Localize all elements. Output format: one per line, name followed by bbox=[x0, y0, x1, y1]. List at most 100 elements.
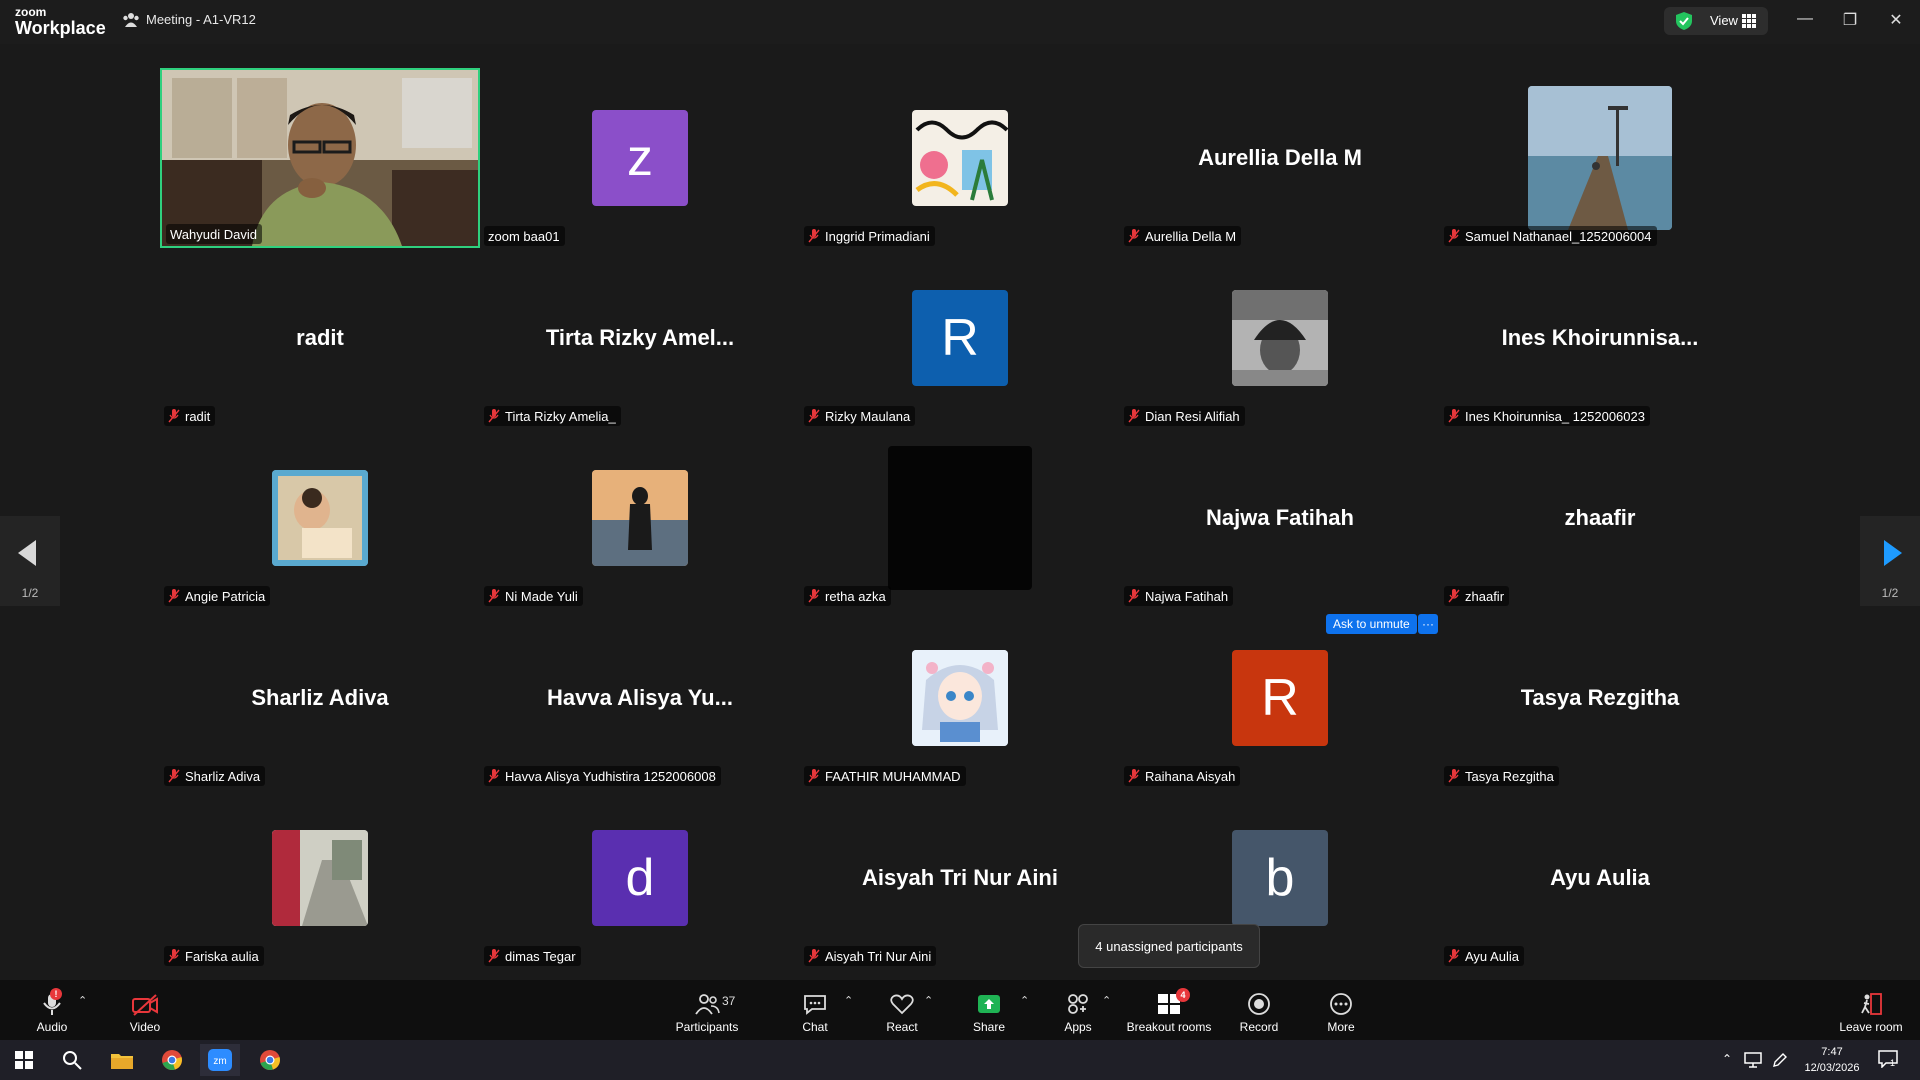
show-hidden-icons-icon[interactable]: ⌃ bbox=[1722, 1052, 1732, 1066]
close-icon[interactable]: ✕ bbox=[1881, 10, 1911, 30]
previous-page-button[interactable]: 1/2 bbox=[0, 516, 60, 606]
participant-tile[interactable]: Inggrid Primadiani bbox=[800, 68, 1120, 248]
network-icon[interactable] bbox=[1744, 1052, 1762, 1068]
react-options-caret-icon[interactable]: ⌃ bbox=[924, 994, 933, 1007]
mic-muted-icon bbox=[1448, 409, 1460, 423]
search-button[interactable] bbox=[52, 1044, 92, 1076]
participant-name: Ines Khoirunnisa_ 1252006023 bbox=[1465, 408, 1645, 424]
audio-options-caret-icon[interactable]: ⌃ bbox=[78, 994, 87, 1007]
mic-muted-icon bbox=[1448, 229, 1460, 243]
participant-tile[interactable]: FAATHIR MUHAMMAD bbox=[800, 608, 1120, 788]
start-button[interactable] bbox=[4, 1044, 44, 1076]
notifications-button[interactable]: 1 bbox=[1878, 1050, 1898, 1070]
mic-muted-icon bbox=[808, 769, 820, 783]
participant-display-name: Ayu Aulia bbox=[1550, 865, 1650, 890]
react-button[interactable]: React bbox=[880, 980, 924, 1040]
title-bar: zoom Workplace Meeting - A1-VR12 View — … bbox=[0, 0, 1920, 44]
clock-time: 7:47 bbox=[1821, 1046, 1843, 1058]
participant-tile[interactable]: d dimas Tegar bbox=[480, 788, 800, 968]
chat-button[interactable]: Chat bbox=[795, 980, 835, 1040]
participants-button[interactable]: Participants bbox=[672, 980, 742, 1040]
participant-tile[interactable]: Tasya Rezgitha Tasya Rezgitha bbox=[1440, 608, 1760, 788]
more-icon bbox=[1330, 993, 1352, 1015]
zoom-app-button[interactable]: zm bbox=[200, 1044, 240, 1076]
arrow-left-icon bbox=[18, 540, 36, 566]
file-explorer-button[interactable] bbox=[102, 1044, 142, 1076]
participant-tile[interactable]: Samuel Nathanael_1252006004 bbox=[1440, 68, 1760, 248]
mic-muted-icon bbox=[1128, 229, 1140, 243]
apps-options-caret-icon[interactable]: ⌃ bbox=[1102, 994, 1111, 1007]
participant-tile[interactable]: R Rizky Maulana bbox=[800, 248, 1120, 428]
sunset-silhouette-avatar bbox=[592, 470, 688, 566]
participant-tile[interactable]: R Raihana Aisyah bbox=[1120, 608, 1440, 788]
system-clock[interactable]: 7:47 12/03/2026 bbox=[1800, 1044, 1864, 1076]
view-label[interactable]: View bbox=[1710, 13, 1738, 28]
mic-muted-icon bbox=[808, 409, 820, 423]
gallery-view: 1/2 1/2 Wahyudi David z zoom baa01 Inggr… bbox=[0, 44, 1920, 980]
participant-name-label: Fariska aulia bbox=[164, 946, 264, 966]
participant-tile[interactable]: Sharliz Adiva Sharliz Adiva bbox=[160, 608, 480, 788]
participant-name-label: Inggrid Primadiani bbox=[804, 226, 935, 246]
participant-tile[interactable]: Aisyah Tri Nur Aini Aisyah Tri Nur Aini bbox=[800, 788, 1120, 968]
page-indicator-right: 1/2 bbox=[1881, 586, 1899, 600]
avatar-letter: d bbox=[625, 849, 655, 907]
participant-tile[interactable]: Wahyudi David bbox=[160, 68, 480, 248]
participant-name: dimas Tegar bbox=[505, 948, 576, 964]
participant-tile[interactable]: Angie Patricia bbox=[160, 428, 480, 608]
participant-tile[interactable]: radit radit bbox=[160, 248, 480, 428]
apps-button[interactable]: Apps bbox=[1058, 980, 1098, 1040]
windows-taskbar: zm ⌃ 7:47 12/03/2026 1 bbox=[0, 1040, 1920, 1080]
video-button[interactable]: Video bbox=[120, 980, 170, 1040]
participant-tile[interactable]: Dian Resi Alifiah bbox=[1120, 248, 1440, 428]
chrome-window-button[interactable] bbox=[250, 1044, 290, 1076]
participant-name-label: Angie Patricia bbox=[164, 586, 271, 606]
ask-to-unmute-button[interactable]: Ask to unmute bbox=[1326, 614, 1417, 634]
breakout-tooltip: 4 unassigned participants bbox=[1078, 924, 1260, 968]
participant-name: radit bbox=[185, 408, 211, 424]
share-options-caret-icon[interactable]: ⌃ bbox=[1020, 994, 1029, 1007]
participant-name: retha azka bbox=[825, 588, 886, 604]
anime-avatar bbox=[912, 650, 1008, 746]
participant-name: Samuel Nathanael_1252006004 bbox=[1465, 228, 1652, 244]
participant-tile[interactable]: Aurellia Della M Aurellia Della M bbox=[1120, 68, 1440, 248]
participant-name-label: Samuel Nathanael_1252006004 bbox=[1444, 226, 1657, 246]
participant-tile[interactable]: Havva Alisya Yu... Havva Alisya Yudhisti… bbox=[480, 608, 800, 788]
participant-name-label: zoom baa01 bbox=[484, 226, 565, 246]
participant-name: zhaafir bbox=[1465, 588, 1505, 604]
chat-options-caret-icon[interactable]: ⌃ bbox=[844, 994, 853, 1007]
restore-icon[interactable]: ❐ bbox=[1835, 10, 1865, 30]
participant-name-label: Rizky Maulana bbox=[804, 406, 916, 426]
breakout-rooms-button[interactable]: Breakout rooms bbox=[1124, 980, 1214, 1040]
heart-icon bbox=[890, 994, 914, 1015]
participant-tile[interactable]: Fariska aulia bbox=[160, 788, 480, 968]
participant-tile[interactable]: zhaafir zhaafir bbox=[1440, 428, 1760, 608]
minimize-icon[interactable]: — bbox=[1790, 10, 1820, 28]
video-off-icon bbox=[132, 994, 158, 1016]
participant-tile[interactable]: Najwa Fatihah Najwa Fatihah bbox=[1120, 428, 1440, 608]
pen-icon[interactable] bbox=[1772, 1052, 1788, 1068]
participant-tile[interactable]: Ines Khoirunnisa... Ines Khoirunnisa_ 12… bbox=[1440, 248, 1760, 428]
participant-tile[interactable]: Tirta Rizky Amel... Tirta Rizky Amelia_ bbox=[480, 248, 800, 428]
share-button[interactable]: Share bbox=[966, 980, 1012, 1040]
avatar: d bbox=[592, 830, 688, 926]
more-button[interactable]: More bbox=[1320, 980, 1362, 1040]
participant-tile[interactable]: z zoom baa01 bbox=[480, 68, 800, 248]
avatar-letter: z bbox=[627, 129, 653, 187]
security-shield-icon[interactable] bbox=[1676, 12, 1692, 30]
avatar: R bbox=[1232, 650, 1328, 746]
participant-tile[interactable]: retha azka bbox=[800, 428, 1120, 608]
next-page-button[interactable]: 1/2 bbox=[1860, 516, 1920, 606]
participant-display-name: Ines Khoirunnisa... bbox=[1501, 325, 1699, 350]
participant-name: FAATHIR MUHAMMAD bbox=[825, 768, 961, 784]
mic-muted-icon bbox=[488, 409, 500, 423]
gallery-grid-icon[interactable] bbox=[1742, 14, 1756, 28]
leave-room-button[interactable]: Leave room bbox=[1836, 980, 1906, 1040]
participant-tile[interactable]: Ayu Aulia Ayu Aulia bbox=[1440, 788, 1760, 968]
mic-muted-icon bbox=[168, 949, 180, 963]
audio-alert-badge: ! bbox=[50, 988, 62, 1000]
tile-more-options-button[interactable]: ··· bbox=[1418, 614, 1438, 634]
participant-name: Rizky Maulana bbox=[825, 408, 911, 424]
chrome-button[interactable] bbox=[152, 1044, 192, 1076]
record-button[interactable]: Record bbox=[1236, 980, 1282, 1040]
participant-tile[interactable]: Ni Made Yuli bbox=[480, 428, 800, 608]
